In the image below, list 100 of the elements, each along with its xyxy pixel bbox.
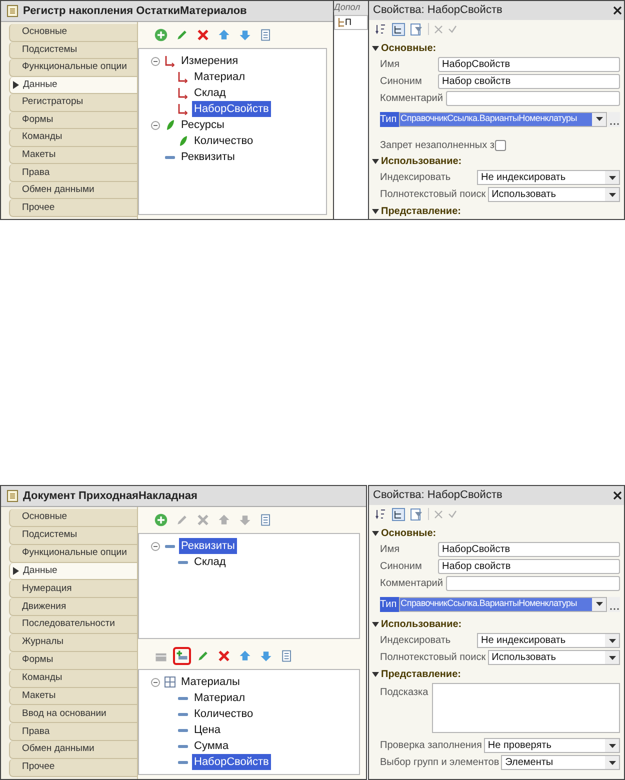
section-header: Использование: <box>381 154 462 168</box>
select-field[interactable]: Не проверять <box>484 738 620 753</box>
input-field[interactable] <box>446 576 620 591</box>
checkbox[interactable] <box>495 140 506 150</box>
tab[interactable]: Права <box>9 723 137 742</box>
dimension-icon <box>177 87 189 99</box>
filter-icon[interactable] <box>410 22 423 36</box>
add-icon[interactable] <box>152 511 170 529</box>
collapse-icon[interactable] <box>372 44 379 52</box>
dropdown-button[interactable] <box>605 651 619 664</box>
section-header: Представление: <box>381 204 461 218</box>
tab[interactable]: Команды <box>9 129 137 147</box>
tree-item[interactable]: Реквизиты <box>179 538 237 554</box>
tab[interactable]: Обмен данными <box>9 182 137 200</box>
property-label: Тип <box>380 596 399 612</box>
filter-icon[interactable] <box>410 508 423 520</box>
tab[interactable]: Права <box>9 164 137 182</box>
tab[interactable]: Макеты <box>9 146 137 164</box>
dropdown-button[interactable] <box>592 112 606 126</box>
dropdown-button[interactable] <box>605 756 619 769</box>
select-field[interactable]: Элементы <box>501 755 620 770</box>
type-field[interactable]: СправочникСсылка.ВариантыНоменклатуры <box>398 596 607 612</box>
collapse-icon[interactable] <box>372 158 379 164</box>
tab[interactable]: Основные <box>9 24 137 42</box>
tab[interactable]: П <box>345 16 352 29</box>
tab[interactable]: Макеты <box>9 688 137 706</box>
check-icon[interactable] <box>448 24 457 34</box>
collapse-icon[interactable] <box>372 530 379 536</box>
collapse-icon[interactable] <box>372 670 379 678</box>
select-field[interactable]: Использовать <box>488 187 620 202</box>
tab[interactable]: Данные <box>9 76 138 94</box>
property-label: Проверка заполнения <box>380 739 483 753</box>
tab[interactable]: Последовательности <box>9 616 137 634</box>
check-icon[interactable] <box>448 510 457 518</box>
input-field[interactable] <box>446 91 620 106</box>
tree-item[interactable]: Склад <box>192 84 228 102</box>
tree-item[interactable]: Материал <box>192 68 247 86</box>
tree-item[interactable]: Материалы <box>179 674 242 690</box>
tab[interactable]: Формы <box>9 652 137 670</box>
tree-item[interactable]: Реквизиты <box>179 148 237 166</box>
section-header: Представление: <box>381 668 461 682</box>
tab[interactable]: Журналы <box>9 634 137 652</box>
leaf-icon <box>164 119 176 131</box>
property-label: Индексировать <box>380 634 452 648</box>
dropdown-button[interactable] <box>605 634 619 647</box>
dropdown-button[interactable] <box>605 739 619 752</box>
tree-item[interactable]: Цена <box>192 722 222 738</box>
tree-item[interactable]: Измерения <box>179 52 240 70</box>
tab[interactable]: Функциональные опции <box>9 544 137 563</box>
tab[interactable]: Нумерация <box>9 580 137 598</box>
tab-title: Допол <box>334 1 368 14</box>
tree-item[interactable]: Количество <box>192 132 256 150</box>
sort-icon[interactable] <box>375 508 387 520</box>
tab[interactable]: Данные <box>9 562 138 580</box>
dimension-icon <box>177 103 189 115</box>
input-field[interactable]: Набор свойств <box>438 559 620 574</box>
tree-item[interactable]: Склад <box>192 554 228 570</box>
input-field[interactable]: НаборСвойств <box>438 542 620 557</box>
tab[interactable]: Основные <box>9 509 137 527</box>
add-icon[interactable] <box>152 26 170 44</box>
tab[interactable]: Регистраторы <box>9 94 137 112</box>
input-field[interactable]: Набор свойств <box>438 74 620 89</box>
column-add-icon[interactable] <box>173 647 191 665</box>
caret-icon <box>608 760 616 764</box>
tree-item[interactable]: Сумма <box>192 738 231 754</box>
tree-item[interactable]: Ресурсы <box>179 116 226 134</box>
close-icon[interactable] <box>613 6 622 15</box>
select-field[interactable]: Использовать <box>488 650 620 665</box>
tab[interactable]: Команды <box>9 670 137 688</box>
tree-item[interactable]: НаборСвойств <box>192 754 271 770</box>
tab[interactable]: Прочее <box>9 199 137 218</box>
tree-item[interactable]: НаборСвойств <box>192 100 271 118</box>
select-field[interactable]: Не индексировать <box>477 633 620 648</box>
sort-icon[interactable] <box>375 23 387 35</box>
categories-icon[interactable] <box>392 508 405 520</box>
tab[interactable]: Формы <box>9 112 137 130</box>
property-label: Комментарий <box>380 92 444 106</box>
categories-icon[interactable] <box>392 22 405 36</box>
tab[interactable]: Обмен данными <box>9 741 137 760</box>
select-field[interactable]: Не индексировать <box>477 170 620 185</box>
tab[interactable]: Функциональные опции <box>9 59 137 77</box>
tree-item[interactable]: Материал <box>192 690 247 706</box>
pointer-icon <box>13 567 19 575</box>
tab[interactable]: Движения <box>9 598 137 616</box>
tab[interactable]: Подсистемы <box>9 42 137 60</box>
dropdown-button[interactable] <box>605 171 619 184</box>
tab[interactable]: Прочее <box>9 759 137 777</box>
input-field[interactable]: НаборСвойств <box>438 57 620 72</box>
caret-icon <box>596 117 602 121</box>
type-field[interactable]: СправочникСсылка.ВариантыНоменклатуры <box>398 112 607 126</box>
tree-item[interactable]: Количество <box>192 706 256 722</box>
collapse-icon[interactable] <box>372 620 379 628</box>
tab[interactable]: Ввод на основании <box>9 705 137 724</box>
close-icon[interactable] <box>613 491 622 500</box>
dropdown-button[interactable] <box>605 188 619 201</box>
dropdown-button[interactable] <box>592 598 606 610</box>
collapse-icon[interactable] <box>372 208 379 214</box>
section-header: Основные: <box>381 42 436 56</box>
tab[interactable]: Подсистемы <box>9 526 137 545</box>
property-label: Комментарий <box>380 577 444 591</box>
